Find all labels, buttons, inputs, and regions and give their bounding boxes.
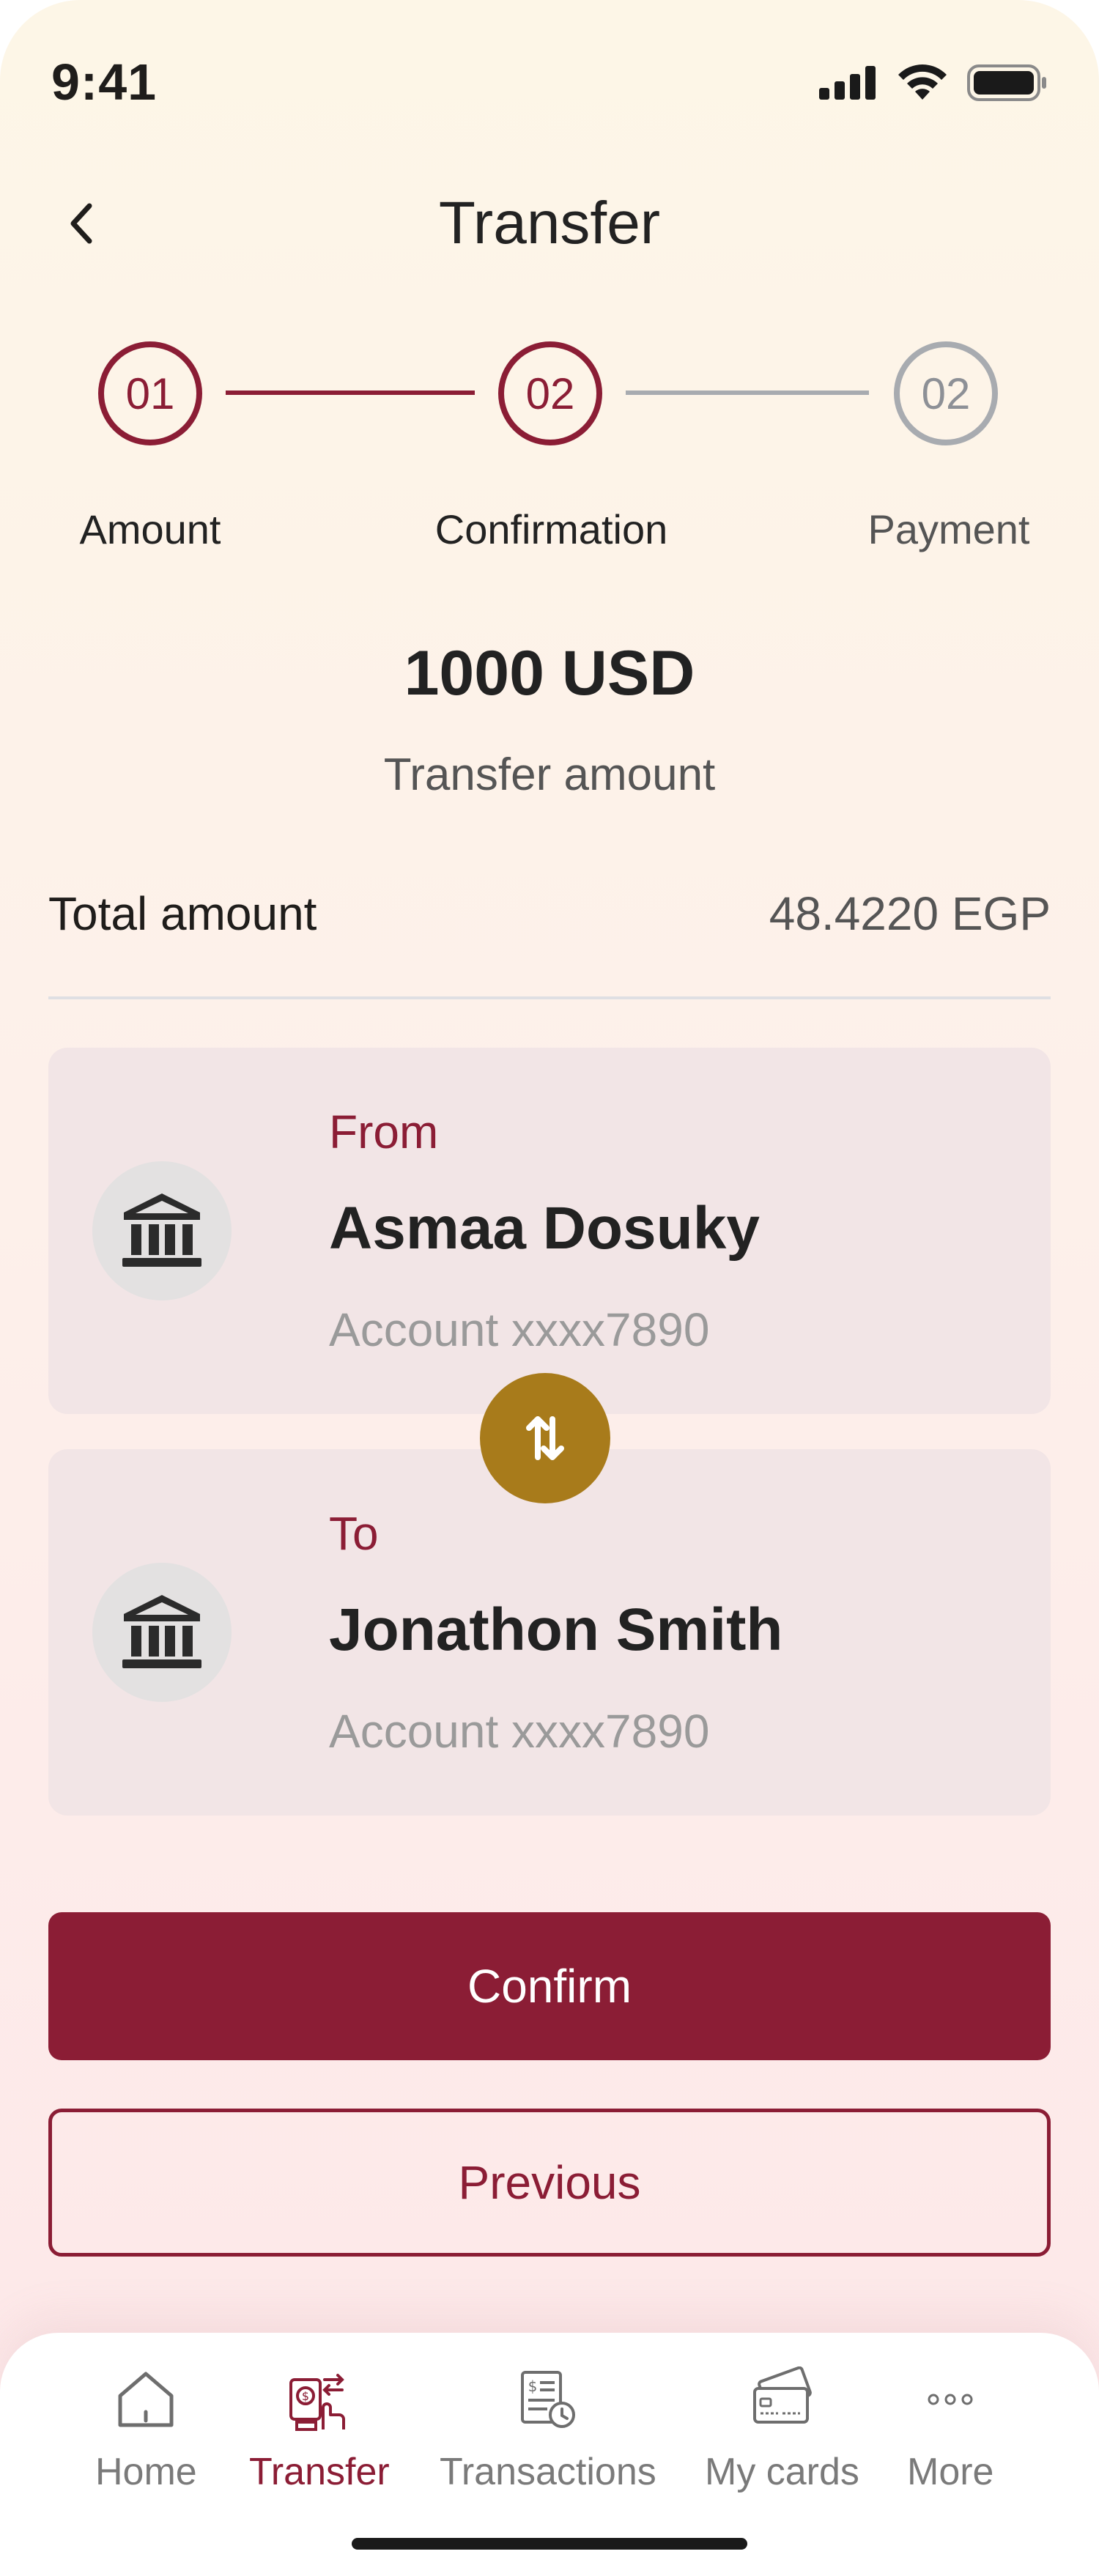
to-account-card[interactable]: To Jonathon Smith Account xxxx7890	[48, 1449, 1051, 1816]
wifi-icon	[898, 64, 947, 100]
transfer-amount-caption: Transfer amount	[383, 750, 716, 800]
home-indicator	[352, 2538, 747, 2550]
total-value: 48.4220 EGP	[769, 887, 1051, 940]
to-account-number: Account xxxx7890	[329, 1705, 710, 1758]
nav-label-transfer: Transfer	[249, 2451, 390, 2493]
swap-arrows-icon	[526, 1416, 564, 1460]
transfer-icon: $	[289, 2374, 345, 2431]
bank-icon	[122, 1595, 201, 1668]
nav-label-home: Home	[95, 2451, 197, 2493]
bank-icon	[122, 1193, 201, 1267]
home-icon	[118, 2372, 174, 2427]
cards-icon	[753, 2366, 813, 2424]
nav-label-transactions: Transactions	[440, 2451, 656, 2493]
step-2-label: Confirmation	[434, 506, 668, 552]
bank-badge	[92, 1563, 232, 1702]
step-1-circle: 01	[98, 341, 202, 445]
nav-label-more: More	[907, 2451, 994, 2493]
battery-icon	[967, 64, 1046, 101]
nav-item-transactions[interactable]: $ Transactions	[440, 2359, 656, 2494]
to-direction-label: To	[329, 1507, 379, 1560]
svg-text:$: $	[302, 2389, 309, 2403]
more-icon	[928, 2394, 973, 2405]
transfer-amount: 1000 USD	[404, 638, 695, 708]
nav-item-transfer[interactable]: $ Transfer	[249, 2359, 390, 2494]
step-1-connector	[226, 391, 475, 395]
page-title: Transfer	[438, 190, 661, 256]
to-account-name: Jonathon Smith	[329, 1596, 783, 1663]
nav-label-my-cards: My cards	[705, 2451, 859, 2493]
nav-item-more[interactable]: More	[907, 2359, 993, 2494]
bank-badge	[92, 1161, 232, 1300]
signal-icon	[819, 66, 876, 100]
step-3-label: Payment	[867, 506, 1030, 552]
from-account-card[interactable]: From Asmaa Dosuky Account xxxx7890	[48, 1048, 1051, 1414]
transfer-screen: 9:41 Transfer 01 02 02 Amount Confirmati…	[0, 0, 1099, 2576]
divider	[48, 996, 1051, 999]
from-account-name: Asmaa Dosuky	[329, 1195, 760, 1262]
step-3-circle: 02	[894, 341, 998, 445]
nav-item-home[interactable]: Home	[95, 2359, 197, 2494]
step-1-label: Amount	[79, 506, 221, 552]
total-row: Total amount 48.4220 EGP	[48, 887, 1051, 941]
transactions-icon: $	[520, 2371, 575, 2428]
total-label: Total amount	[48, 887, 317, 940]
status-time: 9:41	[51, 53, 158, 111]
from-direction-label: From	[329, 1106, 439, 1158]
from-account-number: Account xxxx7890	[329, 1303, 710, 1356]
nav-item-my-cards[interactable]: My cards	[705, 2359, 859, 2494]
step-2-connector	[626, 391, 869, 395]
step-2-circle: 02	[498, 341, 602, 445]
previous-button[interactable]: Previous	[48, 2109, 1051, 2257]
bottom-nav: Home $ Transfer $ Transactions My cards …	[0, 2333, 1099, 2576]
confirm-button[interactable]: Confirm	[48, 1912, 1051, 2060]
status-icons	[819, 64, 1048, 101]
svg-text:$: $	[528, 2377, 538, 2395]
swap-accounts-button[interactable]	[480, 1373, 610, 1503]
